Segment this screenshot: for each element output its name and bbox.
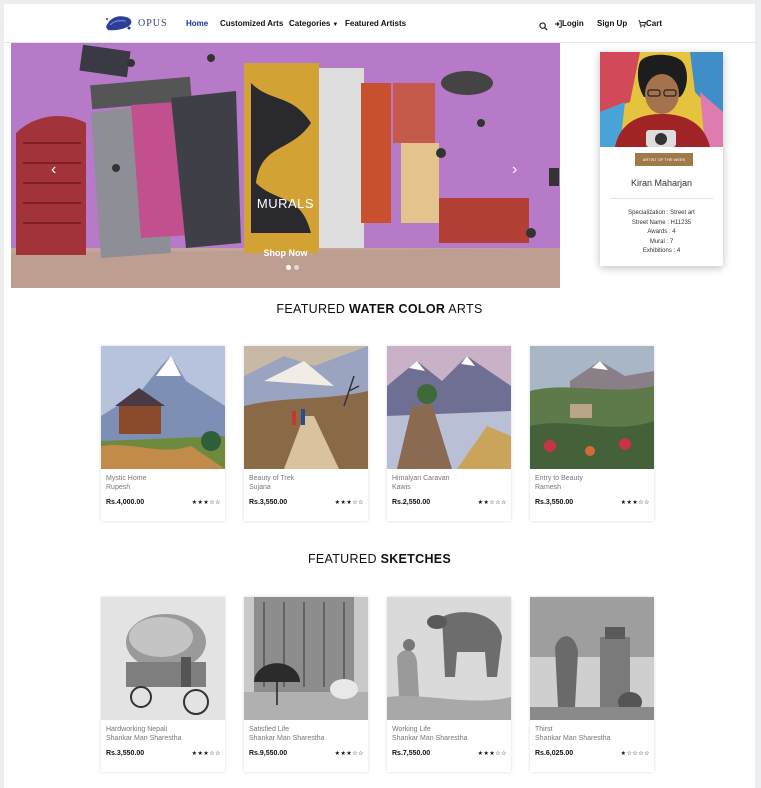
sketches-title-pre: FEATURED xyxy=(307,552,377,566)
carousel-indicators xyxy=(286,265,299,270)
carousel-prev-arrow-icon[interactable]: ‹ xyxy=(51,161,56,179)
nav-login-label: Login xyxy=(562,19,584,28)
product-image[interactable] xyxy=(387,346,511,469)
watercolor-title-post: ARTS xyxy=(448,302,483,316)
nav-customized-arts[interactable]: Customized Arts xyxy=(220,19,283,28)
product-price: Rs.4,000.00 xyxy=(106,499,145,506)
product-price: Rs.6,025.00 xyxy=(535,750,574,757)
artist-of-week-card: ARTIST OF THE WEEK Kiran Maharjan Specia… xyxy=(600,52,723,266)
product-title[interactable]: Entry to Beauty xyxy=(535,475,583,482)
nav-cart-label: Cart xyxy=(646,19,663,28)
product-artist[interactable]: Ramesh xyxy=(535,484,561,491)
product-card[interactable]: Beauty of Trek Sujana Rs.3,550.00 ★★★☆☆ xyxy=(244,346,368,521)
product-artist[interactable]: Shankar Man Sharestha xyxy=(535,735,611,742)
product-title[interactable]: Hardworking Nepali xyxy=(106,726,167,733)
carousel-next-arrow-icon[interactable]: › xyxy=(512,161,517,179)
hero-carousel[interactable]: ‹ › MURALS Shop Now xyxy=(11,43,560,288)
star-rating-icon: ★★★☆☆ xyxy=(477,751,507,757)
product-price: Rs.7,550.00 xyxy=(392,750,431,757)
star-rating-icon: ★☆☆☆☆ xyxy=(620,751,650,757)
artist-photo xyxy=(600,52,723,147)
sketches-title-bold: SKETCHES xyxy=(380,552,452,566)
brand-name: OPUS xyxy=(138,17,168,29)
product-price: Rs.2,550.00 xyxy=(392,499,431,506)
nav-categories-label: Categories xyxy=(289,19,331,28)
product-artist[interactable]: Shankar Man Sharestha xyxy=(392,735,468,742)
search-icon[interactable] xyxy=(539,18,548,36)
nav-signup[interactable]: Sign Up xyxy=(597,19,627,28)
carousel-dot[interactable] xyxy=(294,265,299,270)
watercolor-section-title: FEATURED WATER COLOR ARTS xyxy=(4,302,755,316)
product-title[interactable]: Himalyan Caravan xyxy=(392,475,450,482)
star-rating-icon: ★★★☆☆ xyxy=(620,500,650,506)
product-image[interactable] xyxy=(244,597,368,720)
artist-details: Specialization : Street art Street Name … xyxy=(600,209,723,257)
artist-street-name: Street Name : H11235 xyxy=(631,219,692,226)
artist-exhibitions: Exhibitions : 4 xyxy=(642,248,681,254)
product-card[interactable]: Hardworking Nepali Shankar Man Sharestha… xyxy=(101,597,225,772)
product-title[interactable]: Thirst xyxy=(535,726,553,733)
page: OPUS Home Customized Arts Categories ▼ Fe… xyxy=(4,4,755,788)
product-artist[interactable]: Shankar Man Sharestha xyxy=(106,735,182,742)
login-icon xyxy=(554,20,562,28)
watercolor-title-bold: WATER COLOR xyxy=(349,302,446,316)
logo[interactable]: OPUS xyxy=(104,12,168,34)
logo-brush-icon xyxy=(106,16,132,31)
product-price: Rs.3,550.00 xyxy=(535,499,574,506)
navbar: OPUS Home Customized Arts Categories ▼ Fe… xyxy=(4,4,755,43)
star-rating-icon: ★★☆☆☆ xyxy=(477,500,507,506)
product-title[interactable]: Beauty of Trek xyxy=(249,475,294,482)
product-title[interactable]: Satisfied Life xyxy=(249,726,289,733)
carousel-dot[interactable] xyxy=(286,265,291,270)
product-artist[interactable]: Kawis xyxy=(392,484,411,491)
shop-now-button[interactable]: Shop Now xyxy=(11,248,560,258)
nav-home[interactable]: Home xyxy=(186,19,208,28)
hero-title: MURALS xyxy=(256,196,315,211)
product-card[interactable]: Working Life Shankar Man Sharestha Rs.7,… xyxy=(387,597,511,772)
star-rating-icon: ★★★☆☆ xyxy=(334,500,364,506)
product-price: Rs.3,550.00 xyxy=(249,499,288,506)
product-image[interactable] xyxy=(244,346,368,469)
product-artist[interactable]: Shankar Man Sharestha xyxy=(249,735,325,742)
artist-of-week-badge: ARTIST OF THE WEEK xyxy=(635,153,693,166)
product-artist[interactable]: Rupesh xyxy=(106,484,130,491)
watercolor-title-pre: FEATURED xyxy=(276,302,346,316)
divider xyxy=(610,198,713,199)
product-card[interactable]: Mystic Home Rupesh Rs.4,000.00 ★★★☆☆ xyxy=(101,346,225,521)
product-title[interactable]: Working Life xyxy=(392,726,431,733)
artist-mural: Mural : 7 xyxy=(649,238,674,245)
artist-awards: Awards : 4 xyxy=(647,229,676,235)
product-card[interactable]: Thirst Shankar Man Sharestha Rs.6,025.00… xyxy=(530,597,654,772)
product-image[interactable] xyxy=(101,346,225,469)
product-title[interactable]: Mystic Home xyxy=(106,475,146,482)
star-rating-icon: ★★★☆☆ xyxy=(334,751,364,757)
star-rating-icon: ★★★☆☆ xyxy=(191,500,221,506)
product-image[interactable] xyxy=(387,597,511,720)
product-card[interactable]: Satisfied Life Shankar Man Sharestha Rs.… xyxy=(244,597,368,772)
product-price: Rs.3,550.00 xyxy=(106,750,145,757)
star-rating-icon: ★★★☆☆ xyxy=(191,751,221,757)
nav-login[interactable]: Login xyxy=(554,19,584,28)
artist-name[interactable]: Kiran Maharjan xyxy=(600,178,723,188)
product-card[interactable]: Entry to Beauty Ramesh Rs.3,550.00 ★★★☆☆ xyxy=(530,346,654,521)
product-card[interactable]: Himalyan Caravan Kawis Rs.2,550.00 ★★☆☆☆ xyxy=(387,346,511,521)
cart-icon xyxy=(638,20,646,28)
product-image[interactable] xyxy=(101,597,225,720)
product-image[interactable] xyxy=(530,346,654,469)
product-price: Rs.9,550.00 xyxy=(249,750,288,757)
product-artist[interactable]: Sujana xyxy=(249,484,271,491)
product-image[interactable] xyxy=(530,597,654,720)
sketches-section-title: FEATURED SKETCHES xyxy=(4,552,755,566)
artist-specialization: Specialization : Street art xyxy=(628,210,695,216)
chevron-down-icon: ▼ xyxy=(332,22,339,28)
nav-cart[interactable]: Cart xyxy=(638,19,662,28)
nav-featured-artists[interactable]: Featured Artists xyxy=(345,19,406,28)
nav-categories[interactable]: Categories ▼ xyxy=(289,19,338,28)
